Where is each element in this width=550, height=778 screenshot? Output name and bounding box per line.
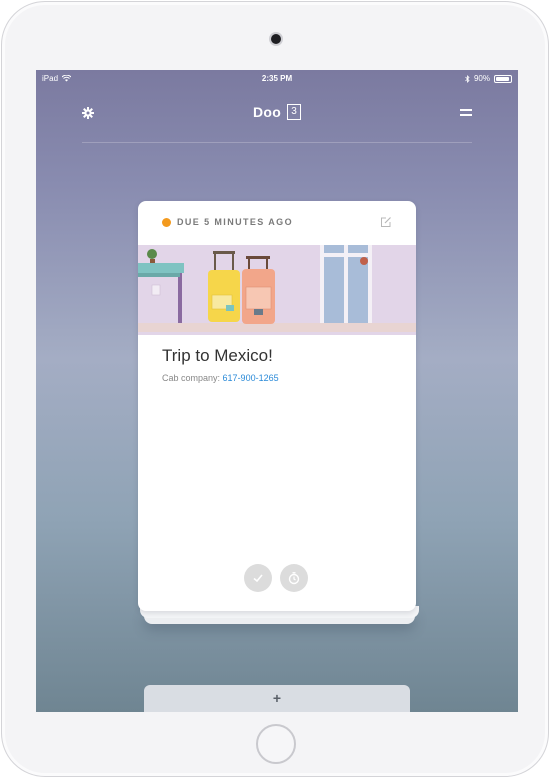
task-count-badge: 3 xyxy=(287,104,302,120)
task-note-prefix: Cab company: xyxy=(162,373,221,383)
checkmark-icon xyxy=(253,574,263,583)
add-label: + xyxy=(272,690,282,706)
task-card[interactable]: DUE 5 MINUTES AGO Trip to Mexico! Cab co… xyxy=(138,201,416,611)
header-divider xyxy=(82,142,472,143)
battery-fill xyxy=(496,76,509,81)
menu-icon-bar-top xyxy=(460,109,472,111)
ipad-frame: iPad 2:35 PM 90% Doo 3 DUE 5 MINUTES AGO… xyxy=(1,1,549,777)
edit-icon xyxy=(381,217,391,227)
card-actions xyxy=(138,564,416,594)
app-title: Doo xyxy=(252,104,282,120)
battery-percent: 90% xyxy=(473,74,490,83)
add-task-button[interactable]: + xyxy=(144,685,410,712)
edit-button[interactable] xyxy=(380,215,392,227)
snooze-button[interactable] xyxy=(280,564,308,592)
task-title: Trip to Mexico! xyxy=(162,346,273,365)
due-label: DUE 5 MINUTES AGO xyxy=(177,217,293,227)
title-area: Doo 3 xyxy=(36,104,518,122)
menu-icon-bar-bottom xyxy=(460,114,472,116)
battery-icon xyxy=(494,74,512,83)
bluetooth-icon xyxy=(465,74,470,83)
home-button[interactable] xyxy=(256,724,296,764)
app-screen: iPad 2:35 PM 90% Doo 3 DUE 5 MINUTES AGO… xyxy=(36,70,518,712)
menu-button[interactable] xyxy=(460,109,472,119)
status-bar: iPad 2:35 PM 90% xyxy=(36,70,518,88)
complete-button[interactable] xyxy=(244,564,272,592)
luggage-illustration xyxy=(138,245,416,335)
app-header: Doo 3 xyxy=(36,100,518,130)
front-camera xyxy=(271,34,281,44)
snooze-timer-icon xyxy=(288,572,300,585)
card-header: DUE 5 MINUTES AGO xyxy=(138,201,416,245)
status-right: 90% xyxy=(465,74,512,83)
status-time: 2:35 PM xyxy=(261,74,293,83)
due-status-dot xyxy=(162,218,171,227)
phone-link[interactable]: 617-900-1265 xyxy=(223,373,279,383)
task-note: Cab company: 617-900-1265 xyxy=(162,373,279,383)
